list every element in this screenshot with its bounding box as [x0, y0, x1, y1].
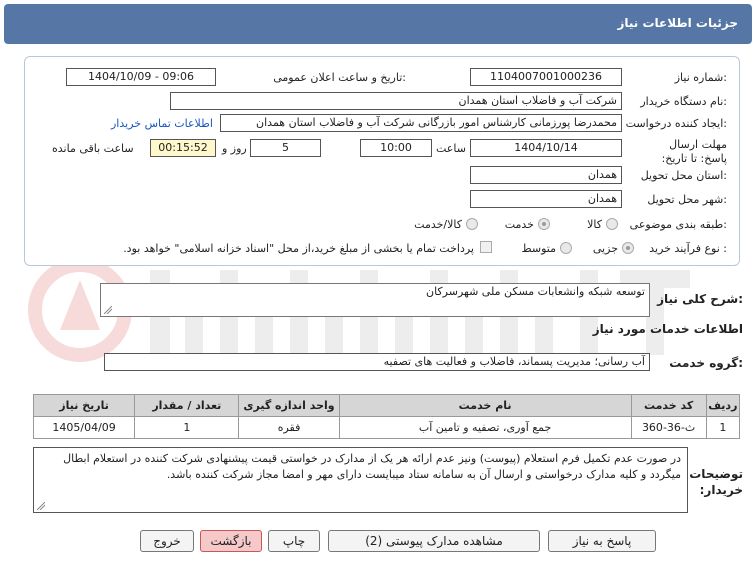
creator-field: محمدرضا پورزمانی کارشناس امور بازرگانی ش…: [220, 114, 622, 132]
category-label: طبقه بندی موضوعی:: [629, 218, 727, 231]
city-field: همدان: [470, 190, 622, 208]
table-row: 1 ث-36-360 جمع آوری، تصفیه و تامین آب فق…: [32, 416, 741, 439]
buyer-label: نام دستگاه خریدار:: [640, 95, 727, 108]
summary-field: توسعه شبکه وانشعابات مسکن ملی شهرسرکان: [100, 283, 650, 317]
page-title: جزئیات اطلاعات نیاز: [617, 16, 738, 30]
process-minor-radio[interactable]: [622, 242, 634, 254]
creator-label: ایجاد کننده درخواست:: [625, 117, 727, 130]
col-service-name: نام خدمت: [338, 394, 632, 417]
need-number-label: شماره نیاز:: [674, 71, 727, 84]
category-goods-radio[interactable]: [606, 218, 618, 230]
cell-unit: فقره: [238, 416, 340, 439]
exit-button[interactable]: خروج: [140, 530, 194, 552]
category-goods-label: کالا: [587, 218, 602, 231]
cell-service-name: جمع آوری، تصفیه و تامین آب: [338, 416, 632, 439]
buyer-contact-link[interactable]: اطلاعات تماس خریدار: [111, 117, 213, 130]
province-field: همدان: [470, 166, 622, 184]
col-unit: واحد اندازه گیری: [238, 394, 340, 417]
deadline-time-field: 10:00: [360, 139, 432, 157]
table-header-row: ردیف کد خدمت نام خدمت واحد اندازه گیری ت…: [32, 394, 741, 417]
days-field: 5: [250, 139, 321, 157]
remaining-label: ساعت باقی مانده: [52, 142, 134, 155]
reply-button[interactable]: پاسخ به نیاز: [548, 530, 656, 552]
cell-quantity: 1: [134, 416, 240, 439]
back-button[interactable]: بازگشت: [200, 530, 262, 552]
cell-row-number: 1: [705, 416, 741, 439]
summary-label: شرح کلی نیاز:: [657, 292, 743, 306]
deadline-label: مهلت ارسال پاسخ: تا تاریخ:: [661, 138, 727, 165]
announce-label: تاریخ و ساعت اعلان عمومی:: [273, 71, 406, 84]
buyer-notes-field: در صورت عدم تکمیل فرم استعلام (پیوست) ون…: [33, 447, 688, 513]
treasury-checkbox[interactable]: [480, 241, 492, 253]
summary-text: توسعه شبکه وانشعابات مسکن ملی شهرسرکان: [426, 285, 645, 298]
col-need-date: تاریخ نیاز: [32, 394, 136, 417]
remaining-time-field: 00:15:52: [150, 139, 216, 157]
process-medium-radio[interactable]: [560, 242, 572, 254]
process-label: نوع فرآیند خرید :: [649, 242, 727, 255]
service-group-label: گروه خدمت:: [669, 356, 743, 370]
buyer-notes-text: در صورت عدم تکمیل فرم استعلام (پیوست) ون…: [63, 452, 681, 481]
announce-field: 1404/10/09 - 09:06: [66, 68, 216, 86]
print-button[interactable]: چاپ: [268, 530, 320, 552]
view-attachments-button[interactable]: مشاهده مدارک پیوستی (2): [328, 530, 540, 552]
days-label: روز و: [222, 142, 247, 155]
services-section-title: اطلاعات خدمات مورد نیاز: [592, 322, 743, 336]
services-table: ردیف کد خدمت نام خدمت واحد اندازه گیری ت…: [32, 394, 741, 439]
service-group-field: آب رسانی؛ مدیریت پسماند، فاضلاب و فعالیت…: [104, 353, 650, 371]
category-goods-service-radio[interactable]: [466, 218, 478, 230]
col-row-number: ردیف: [705, 394, 741, 417]
province-label: استان محل تحویل:: [640, 169, 727, 182]
category-goods-service-label: کالا/خدمت: [414, 218, 462, 231]
process-medium-label: متوسط: [521, 242, 556, 255]
buyer-field: شرکت آب و فاضلاب استان همدان: [170, 92, 622, 110]
category-service-label: خدمت: [504, 218, 534, 231]
page-header: جزئیات اطلاعات نیاز: [4, 4, 752, 44]
cell-service-code: ث-36-360: [630, 416, 707, 439]
treasury-payment-note: پرداخت تمام یا بخشی از مبلغ خرید،از محل …: [123, 242, 474, 255]
col-quantity: تعداد / مقدار: [134, 394, 240, 417]
buyer-notes-label: توضیحات خریدار:: [689, 467, 743, 497]
cell-need-date: 1405/04/09: [32, 416, 136, 439]
info-panel: [24, 56, 740, 266]
resize-grip-icon[interactable]: [104, 306, 112, 314]
col-service-code: کد خدمت: [630, 394, 707, 417]
category-service-radio[interactable]: [538, 218, 550, 230]
time-label: ساعت: [436, 142, 466, 155]
deadline-date-field: 1404/10/14: [470, 139, 622, 157]
city-label: شهر محل تحویل:: [647, 193, 727, 206]
resize-grip-icon[interactable]: [37, 502, 45, 510]
process-minor-label: جزیی: [592, 242, 618, 255]
need-number-field: 1104007001000236: [470, 68, 622, 86]
